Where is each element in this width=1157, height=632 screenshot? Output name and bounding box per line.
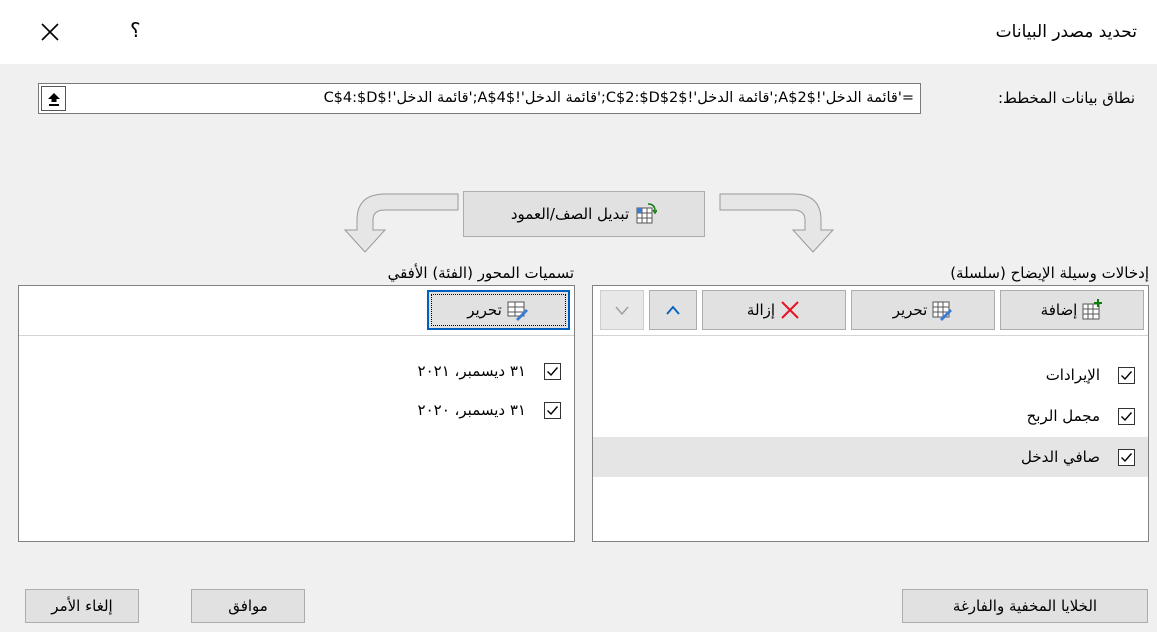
check-icon: [1121, 452, 1133, 462]
axis-item-0[interactable]: ٣١ ديسمبر، ٢٠٢١: [19, 352, 574, 390]
legend-item-2-checkbox[interactable]: [1118, 448, 1135, 466]
switch-arrow-right-icon: [719, 193, 835, 253]
collapse-arrow-icon: [47, 92, 60, 106]
dialog-title: تحديد مصدر البيانات: [995, 22, 1137, 42]
switch-row-column-label: تبديل الصف/العمود: [510, 205, 630, 223]
legend-item-2-label: صافي الدخل: [1021, 448, 1100, 466]
check-icon: [1121, 411, 1133, 421]
check-icon: [547, 366, 559, 376]
axis-item-0-checkbox[interactable]: [544, 362, 561, 380]
remove-x-icon: [781, 301, 799, 319]
close-button[interactable]: [36, 18, 64, 46]
remove-series-button[interactable]: إزالة: [702, 290, 846, 330]
close-icon: [41, 23, 59, 41]
title-bar: [0, 0, 1157, 64]
legend-item-1[interactable]: مجمل الربح: [593, 397, 1148, 435]
edit-series-button[interactable]: تحرير: [851, 290, 995, 330]
check-icon: [1121, 370, 1133, 380]
chart-data-range-input[interactable]: ='قائمة الدخل'!$A$2;'قائمة الدخل'!$C$2:$…: [38, 83, 921, 114]
chart-data-range-label: نطاق بيانات المخطط:: [997, 89, 1135, 107]
edit-axis-labels-label: تحرير: [467, 301, 502, 319]
axis-item-1[interactable]: ٣١ ديسمبر، ٢٠٢٠: [19, 391, 574, 429]
cancel-button[interactable]: إلغاء الأمر: [25, 589, 139, 623]
legend-item-1-label: مجمل الربح: [1026, 407, 1100, 425]
axis-labels-panel: تحرير ٣١ ديسمبر، ٢٠٢١ ٣١ ديسمبر، ٢٠٢٠: [18, 285, 575, 542]
legend-item-2[interactable]: صافي الدخل: [593, 437, 1148, 477]
add-table-icon: [1082, 299, 1103, 320]
add-series-label: إضافة: [1040, 301, 1078, 319]
add-series-button[interactable]: إضافة: [1000, 290, 1144, 330]
chevron-up-icon: [666, 305, 680, 315]
toolbar-divider: [593, 335, 1148, 336]
remove-series-label: إزالة: [746, 301, 776, 319]
legend-entries-label: إدخالات وسيلة الإيضاح (سلسلة): [950, 264, 1149, 282]
edit-series-label: تحرير: [892, 301, 928, 319]
legend-item-0-checkbox[interactable]: [1118, 366, 1135, 384]
axis-item-1-checkbox[interactable]: [544, 401, 561, 419]
legend-item-1-checkbox[interactable]: [1118, 407, 1135, 425]
ok-button[interactable]: موافق: [191, 589, 305, 623]
legend-item-0-label: الإيرادات: [1045, 366, 1100, 384]
move-up-button[interactable]: [649, 290, 697, 330]
axis-item-1-label: ٣١ ديسمبر، ٢٠٢٠: [417, 401, 526, 419]
switch-row-column-button[interactable]: تبديل الصف/العمود: [463, 191, 705, 237]
edit-table-icon: [932, 301, 953, 321]
help-button[interactable]: ؟: [130, 18, 141, 42]
axis-labels-label: تسميات المحور (الفئة) الأفقي: [387, 264, 574, 282]
edit-axis-labels-button[interactable]: تحرير: [427, 290, 570, 330]
edit-axis-icon: [507, 301, 528, 321]
move-down-button[interactable]: [600, 290, 644, 330]
legend-entries-panel: إضافة تحرير إزالة الإيرادات مجمل الربح ص…: [592, 285, 1149, 542]
switch-arrow-left-icon: [343, 193, 459, 253]
toolbar-divider: [19, 335, 574, 336]
collapse-range-button[interactable]: [41, 86, 66, 111]
check-icon: [547, 405, 559, 415]
legend-item-0[interactable]: الإيرادات: [593, 356, 1148, 394]
axis-item-0-label: ٣١ ديسمبر، ٢٠٢١: [417, 362, 526, 380]
switch-row-column-icon: [636, 203, 658, 224]
hidden-empty-cells-button[interactable]: الخلايا المخفية والفارغة: [902, 589, 1148, 623]
chevron-down-icon: [615, 306, 629, 316]
chart-data-range-value: ='قائمة الدخل'!$A$2;'قائمة الدخل'!$C$2:$…: [323, 90, 914, 106]
